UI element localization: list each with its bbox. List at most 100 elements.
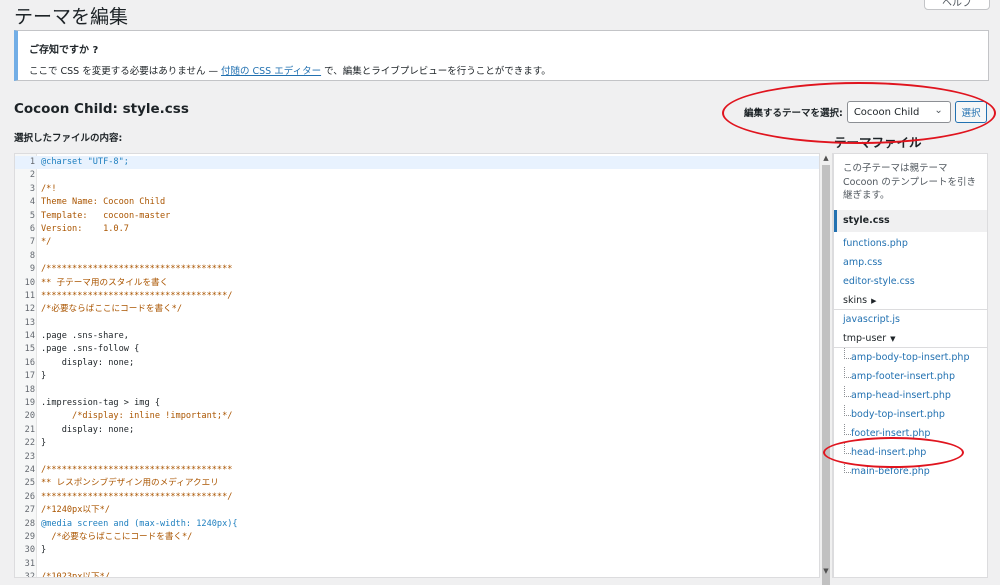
line-number: 28 <box>24 518 35 529</box>
theme-file-style-css[interactable]: style.css <box>834 210 987 232</box>
line-number: 31 <box>24 558 35 569</box>
code-line: 27 /*1240px以下*/ <box>15 504 819 517</box>
theme-file-amp-head-insert-php[interactable]: amp-head-insert.php <box>834 386 987 405</box>
code-line: 3 /*! <box>15 183 819 196</box>
theme-file-label: footer-insert.php <box>851 428 931 439</box>
line-number: 10 <box>24 277 35 288</box>
line-number: 16 <box>24 357 35 368</box>
line-number: 6 <box>29 223 35 234</box>
theme-file-functions-php[interactable]: functions.php <box>834 234 987 253</box>
select-theme-button[interactable]: 選択 <box>955 101 987 123</box>
line-number: 22 <box>24 438 35 449</box>
code-lines: 1 @charset "UTF-8"; 2 3/*! 4 Theme Name: Coco… <box>15 156 819 578</box>
code-text: .impression-tag > img { <box>41 398 160 409</box>
code-text: .page .sns-share, <box>41 331 129 342</box>
code-text: } <box>41 438 47 449</box>
code-line: 10 ** 子テーマ用のスタイルを書く <box>15 277 819 290</box>
code-line: 12 /*必要ならばここにコードを書く*/ <box>15 303 819 316</box>
code-text: /*1240px以下*/ <box>41 505 110 516</box>
line-number: 8 <box>29 250 35 261</box>
line-number: 12 <box>24 304 35 315</box>
theme-file-amp-body-top-insert-php[interactable]: amp-body-top-insert.php <box>834 348 987 367</box>
code-text: .page .sns-follow { <box>41 344 140 355</box>
theme-file-label: amp-body-top-insert.php <box>851 352 970 363</box>
scroll-down-arrow-icon[interactable]: ▼ <box>820 567 832 577</box>
css-editor-link[interactable]: 付随の CSS エディター <box>221 66 321 77</box>
editor-scrollbar[interactable]: ▲ ▼ <box>819 153 832 585</box>
notice-text-before: ここで CSS を変更する必要はありません — <box>29 66 221 77</box>
theme-select-label: 編集するテーマを選択: <box>744 108 843 119</box>
code-text: } <box>41 545 47 556</box>
help-button[interactable]: ヘルプ <box>924 0 990 10</box>
code-line: 31 <box>15 558 819 571</box>
theme-file-skins[interactable]: skins ▶ <box>834 291 987 310</box>
child-theme-description: この子テーマは親テーマ Cocoon のテンプレートを引き継ぎます。 <box>843 163 977 201</box>
code-line: 24 /************************************ <box>15 464 819 477</box>
line-number: 29 <box>24 531 35 542</box>
theme-file-body-top-insert-php[interactable]: body-top-insert.php <box>834 405 987 424</box>
page-title: テーマを編集 <box>14 6 129 28</box>
code-line: 2 <box>15 169 819 182</box>
code-text: ************************************/ <box>41 491 233 502</box>
line-number: 27 <box>24 505 35 516</box>
code-line: 5 Template: cocoon-master <box>15 210 819 223</box>
scroll-up-arrow-icon[interactable]: ▲ <box>820 154 832 164</box>
caret-down-icon: ▼ <box>890 335 896 343</box>
theme-file-amp-css[interactable]: amp.css <box>834 253 987 272</box>
code-text: display: none; <box>41 357 135 368</box>
theme-file-label: tmp-user <box>843 333 887 344</box>
file-content-label: 選択したファイルの内容: <box>14 133 123 144</box>
line-number: 4 <box>29 197 35 208</box>
theme-file-amp-footer-insert-php[interactable]: amp-footer-insert.php <box>834 367 987 386</box>
notice-text: ここで CSS を変更する必要はありません — 付随の CSS エディター で、… <box>29 63 551 77</box>
code-text: @media screen and (max-width: 1240px){ <box>41 518 238 529</box>
theme-file-head-insert-php[interactable]: head-insert.php <box>834 443 987 462</box>
theme-select-value: Cocoon Child <box>853 106 920 118</box>
line-number: 15 <box>24 344 35 355</box>
code-text: ************************************/ <box>41 290 233 301</box>
notice-text-after: で、編集とライブプレビューを行うことができます。 <box>321 66 551 77</box>
theme-file-main-before-php[interactable]: main-before.php <box>834 462 987 481</box>
theme-file-editor-style-css[interactable]: editor-style.css <box>834 272 987 291</box>
theme-file-label: amp-footer-insert.php <box>851 371 955 382</box>
code-line: 25 ** レスポンシブデザイン用のメディアクエリ <box>15 477 819 490</box>
code-text: Template: cocoon-master <box>41 210 171 221</box>
theme-file-label: skins <box>843 295 868 306</box>
line-number: 2 <box>29 170 35 181</box>
theme-select-dropdown[interactable]: Cocoon Child ⌄ <box>846 101 951 123</box>
theme-file-label: editor-style.css <box>843 276 915 287</box>
theme-file-tmp-user[interactable]: tmp-user ▼ <box>834 329 987 348</box>
caret-right-icon: ▶ <box>871 297 877 305</box>
code-text: /************************************ <box>41 264 233 275</box>
code-line: 18 <box>15 384 819 397</box>
code-line: 16 display: none; <box>15 357 819 370</box>
line-number: 18 <box>24 384 35 395</box>
code-editor[interactable]: 1 @charset "UTF-8"; 2 3/*! 4 Theme Name: Coco… <box>14 153 833 578</box>
theme-file-javascript-js[interactable]: javascript.js <box>834 310 987 329</box>
code-line: 8 <box>15 250 819 263</box>
line-number: 5 <box>29 210 35 221</box>
line-number: 32 <box>24 572 35 578</box>
code-line: 21 display: none; <box>15 424 819 437</box>
line-number: 24 <box>24 464 35 475</box>
code-line: 15 .page .sns-follow { <box>15 343 819 356</box>
line-number: 21 <box>24 424 35 435</box>
code-text: Theme Name: Cocoon Child <box>41 197 166 208</box>
theme-file-list: style.css functions.php amp.css editor-styl… <box>834 210 987 481</box>
code-text: ** レスポンシブデザイン用のメディアクエリ <box>41 478 219 489</box>
code-line: 9 /************************************ <box>15 263 819 276</box>
theme-files-heading: テーマファイル <box>834 135 922 150</box>
line-number: 20 <box>24 411 35 422</box>
code-text: /*必要ならばここにコードを書く*/ <box>41 304 183 315</box>
line-number: 11 <box>24 290 35 301</box>
code-line: 13 <box>15 317 819 330</box>
scroll-thumb[interactable] <box>822 165 830 585</box>
theme-file-label: javascript.js <box>843 314 900 325</box>
code-line: 19 .impression-tag > img { <box>15 397 819 410</box>
code-line: 11 ************************************/ <box>15 290 819 303</box>
code-line: 32 /*1023px以下*/ <box>15 571 819 578</box>
code-line: 28 @media screen and (max-width: 1240px){ <box>15 518 819 531</box>
line-number: 7 <box>29 237 35 248</box>
code-line: 20 /*display: inline !important;*/ <box>15 410 819 423</box>
theme-file-footer-insert-php[interactable]: footer-insert.php <box>834 424 987 443</box>
